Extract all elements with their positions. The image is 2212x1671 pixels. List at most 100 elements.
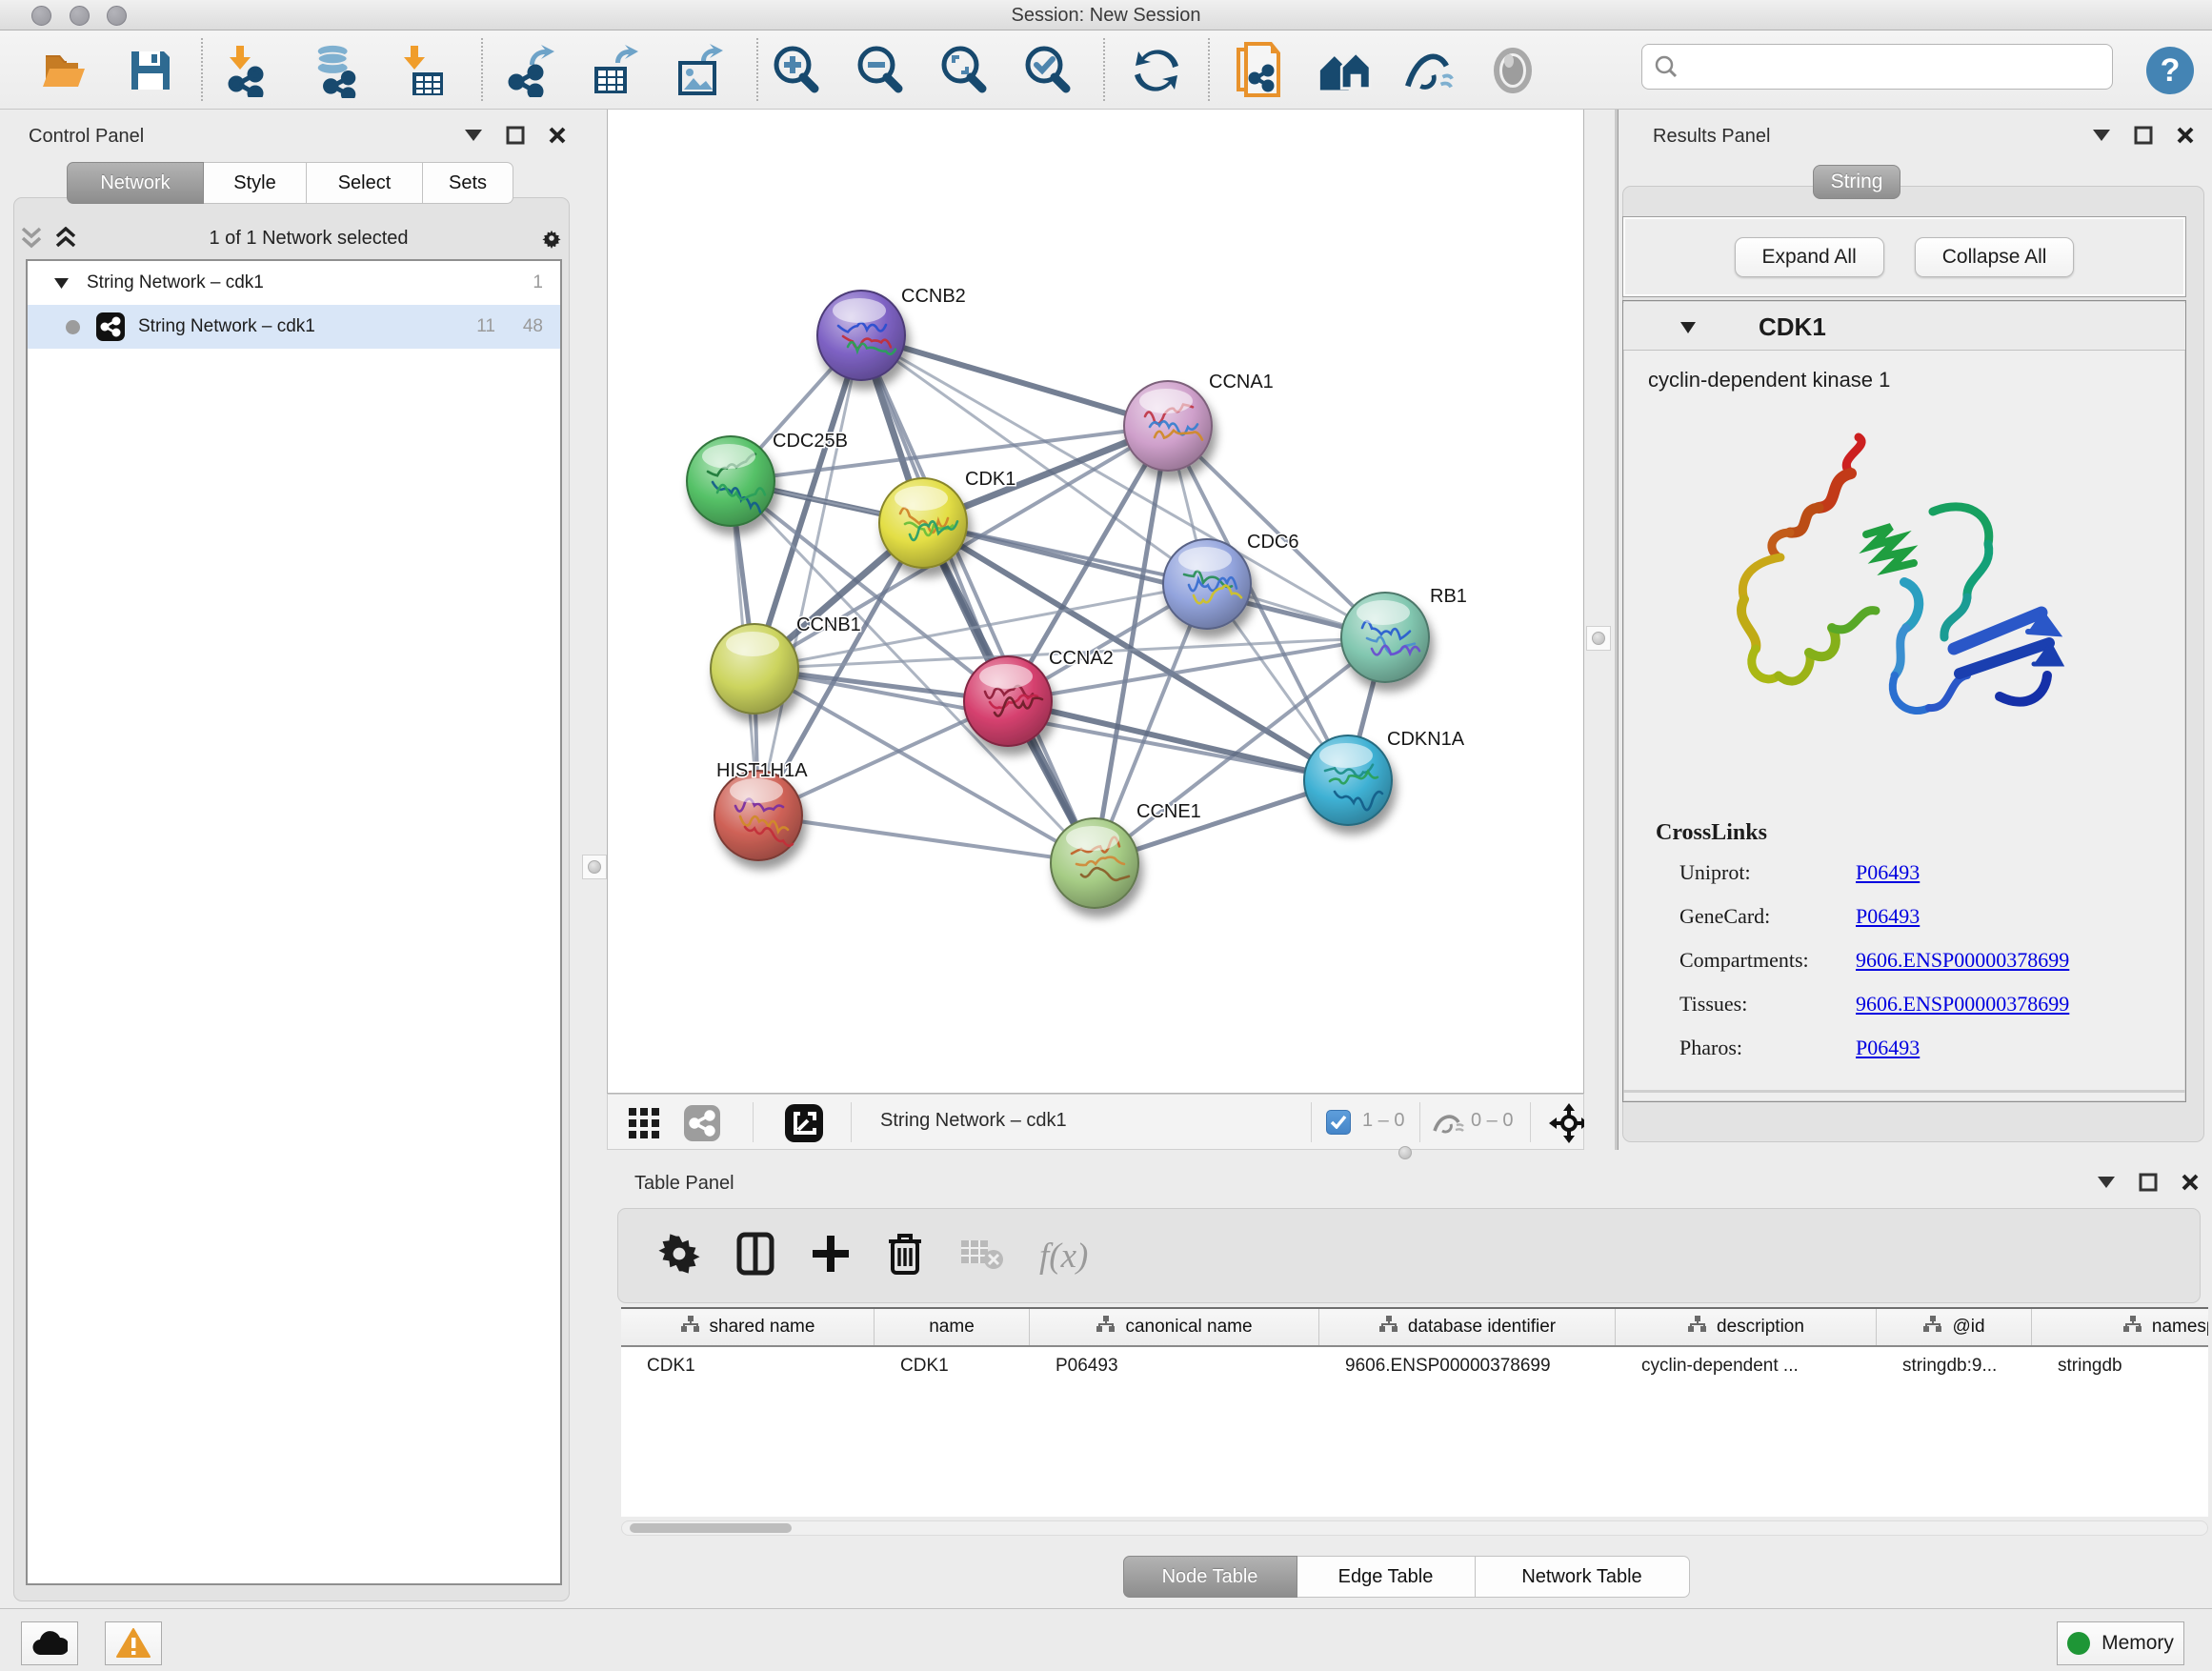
gray-sphere-icon[interactable]	[1486, 44, 1539, 97]
column-header-description[interactable]: description	[1616, 1309, 1877, 1345]
network-edge[interactable]	[758, 815, 1095, 863]
crosslink-link[interactable]: P06493	[1856, 1036, 1920, 1060]
node-table[interactable]: shared namenamecanonical namedatabase id…	[621, 1307, 2208, 1517]
float-panel-icon[interactable]	[505, 125, 526, 146]
tab-node-table[interactable]: Node Table	[1123, 1556, 1297, 1598]
columns-icon[interactable]	[736, 1232, 774, 1280]
collapse-all-networks-icon[interactable]	[21, 228, 42, 249]
network-home-icon[interactable]	[1318, 44, 1372, 97]
birdseye-icon[interactable]	[785, 1104, 823, 1147]
add-icon[interactable]	[811, 1234, 851, 1278]
table-horizontal-scrollbar[interactable]	[621, 1520, 2208, 1536]
horizontal-splitter[interactable]	[600, 1150, 2212, 1160]
hide-unhide-icon[interactable]	[1402, 44, 1456, 97]
column-header-database-identifier[interactable]: database identifier	[1319, 1309, 1616, 1345]
memory-button[interactable]: Memory	[2057, 1621, 2184, 1665]
column-header-canonical-name[interactable]: canonical name	[1030, 1309, 1319, 1345]
help-icon[interactable]: ?	[2143, 44, 2197, 97]
tab-sets[interactable]: Sets	[423, 162, 513, 204]
splitter-handle-icon[interactable]	[588, 860, 601, 874]
tab-network-table[interactable]: Network Table	[1476, 1556, 1690, 1598]
float-panel-icon[interactable]	[2133, 125, 2154, 146]
share-file-icon[interactable]	[1233, 44, 1286, 97]
export-table-icon[interactable]	[587, 44, 640, 97]
export-image-icon[interactable]	[673, 44, 726, 97]
cloud-button[interactable]	[21, 1621, 78, 1665]
network-graph[interactable]: CCNB2CCNA1CDC25BCDK1CDC6RB1CCNB1CCNA2CDK…	[608, 110, 1583, 1092]
splitter-handle-icon[interactable]	[1398, 1146, 1412, 1159]
delete-table-icon[interactable]	[959, 1237, 1003, 1276]
collapse-panel-icon[interactable]	[463, 125, 484, 146]
network-edge[interactable]	[758, 335, 861, 815]
crosslink-link[interactable]: 9606.ENSP00000378699	[1856, 948, 2069, 973]
open-file-icon[interactable]	[38, 44, 91, 97]
column-header-name[interactable]: name	[875, 1309, 1030, 1345]
column-header-namespace[interactable]: namespace	[2032, 1309, 2208, 1345]
grid-view-icon[interactable]	[629, 1108, 661, 1143]
zoom-in-icon[interactable]	[770, 44, 823, 97]
tab-edge-table[interactable]: Edge Table	[1297, 1556, 1476, 1598]
selected-checkbox-icon[interactable]	[1326, 1110, 1351, 1135]
gene-collapse-icon[interactable]	[1680, 322, 1696, 333]
crosslink-link[interactable]: 9606.ENSP00000378699	[1856, 992, 2069, 1017]
table-cell[interactable]: CDK1	[621, 1347, 875, 1385]
zoom-selected-icon[interactable]	[1021, 44, 1075, 97]
column-header-shared-name[interactable]: shared name	[621, 1309, 875, 1345]
gene-header-row[interactable]: CDK1	[1623, 303, 2185, 351]
right-splitter[interactable]	[1584, 110, 1615, 1150]
left-splitter[interactable]	[583, 110, 607, 1150]
network-edge[interactable]	[861, 335, 1095, 863]
tab-style[interactable]: Style	[204, 162, 307, 204]
function-icon[interactable]: f(x)	[1039, 1236, 1088, 1277]
table-cell[interactable]: P06493	[1030, 1347, 1319, 1385]
tab-network[interactable]: Network	[67, 162, 204, 204]
expand-all-button[interactable]: Expand All	[1735, 237, 1884, 277]
collapse-all-button[interactable]: Collapse All	[1915, 237, 2075, 277]
network-node-RB1[interactable]: RB1	[1341, 586, 1467, 682]
import-table-icon[interactable]	[398, 44, 452, 97]
gear-icon[interactable]	[658, 1233, 700, 1279]
network-node-CDC6[interactable]: CDC6	[1163, 532, 1298, 629]
network-node-HIST1H1A[interactable]: HIST1H1A	[714, 760, 808, 860]
export-network-icon[interactable]	[505, 44, 558, 97]
close-panel-icon[interactable]	[2175, 125, 2196, 146]
network-node-CDK1[interactable]: CDK1	[879, 469, 1016, 568]
collection-expand-icon[interactable]	[54, 278, 69, 289]
network-row[interactable]: String Network – cdk1 11 48	[28, 305, 560, 349]
trash-icon[interactable]	[887, 1232, 923, 1280]
tab-string[interactable]: String	[1813, 165, 1900, 199]
table-cell[interactable]: stringdb:9...	[1877, 1347, 2032, 1385]
refresh-icon[interactable]	[1130, 44, 1183, 97]
zoom-out-icon[interactable]	[854, 44, 907, 97]
close-panel-icon[interactable]	[2180, 1172, 2201, 1193]
column-header-@id[interactable]: @id	[1877, 1309, 2032, 1345]
network-collection-row[interactable]: String Network – cdk1 1	[28, 261, 560, 305]
collapse-panel-icon[interactable]	[2096, 1172, 2117, 1193]
network-edge[interactable]	[861, 335, 1168, 426]
tab-select[interactable]: Select	[307, 162, 423, 204]
expand-all-networks-icon[interactable]	[55, 228, 76, 249]
network-node-CCNA1[interactable]: CCNA1	[1124, 372, 1274, 471]
scrollbar-thumb[interactable]	[630, 1523, 792, 1533]
warning-button[interactable]	[105, 1621, 162, 1665]
close-panel-icon[interactable]	[547, 125, 568, 146]
crosslink-link[interactable]: P06493	[1856, 860, 1920, 885]
share-view-icon[interactable]	[684, 1105, 720, 1146]
table-cell[interactable]: cyclin-dependent ...	[1616, 1347, 1877, 1385]
network-options-gear-icon[interactable]	[541, 228, 562, 249]
crosshair-icon[interactable]	[1549, 1103, 1589, 1148]
collapse-panel-icon[interactable]	[2091, 125, 2112, 146]
search-input[interactable]	[1680, 56, 2112, 77]
hidden-eye-icon[interactable]	[1433, 1110, 1465, 1139]
network-canvas[interactable]: CCNB2CCNA1CDC25BCDK1CDC6RB1CCNB1CCNA2CDK…	[607, 110, 1584, 1094]
splitter-handle-icon[interactable]	[1592, 632, 1605, 645]
import-network-file-icon[interactable]	[223, 44, 276, 97]
table-cell[interactable]: CDK1	[875, 1347, 1030, 1385]
table-row[interactable]: CDK1CDK1P064939606.ENSP00000378699cyclin…	[621, 1347, 2208, 1385]
table-cell[interactable]: stringdb	[2032, 1347, 2208, 1385]
import-network-database-icon[interactable]	[311, 44, 364, 97]
save-session-icon[interactable]	[124, 44, 177, 97]
crosslink-link[interactable]: P06493	[1856, 904, 1920, 929]
float-panel-icon[interactable]	[2138, 1172, 2159, 1193]
table-cell[interactable]: 9606.ENSP00000378699	[1319, 1347, 1616, 1385]
